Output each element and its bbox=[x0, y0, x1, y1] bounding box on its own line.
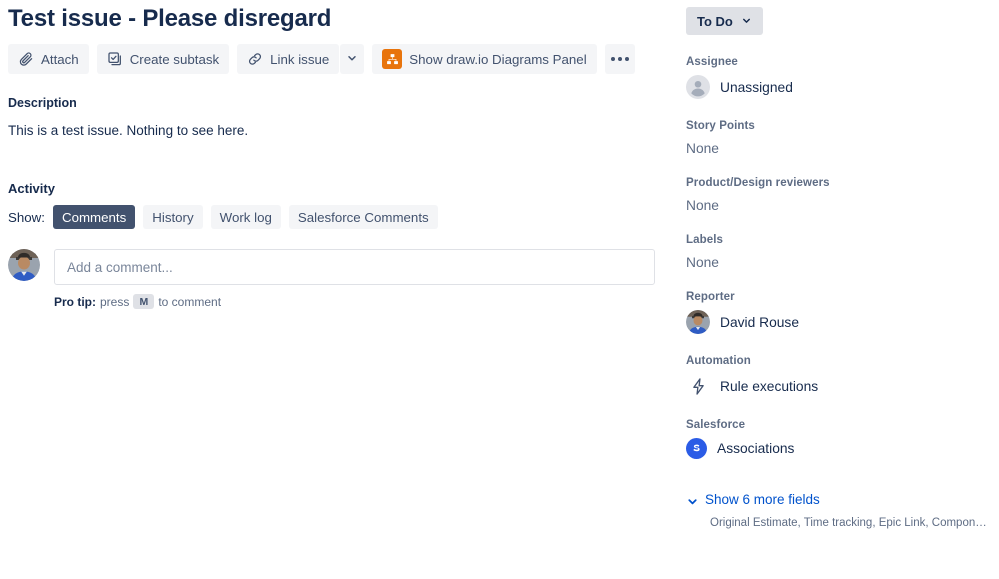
avatar bbox=[686, 310, 710, 334]
link-issue-dropdown-toggle[interactable] bbox=[340, 44, 364, 74]
activity-filter-bar: Show: Comments History Work log Salesfor… bbox=[8, 205, 662, 229]
attach-button[interactable]: Attach bbox=[8, 44, 89, 74]
issue-main-column: Test issue - Please disregard Attach bbox=[0, 0, 670, 309]
chevron-down-icon bbox=[741, 14, 752, 29]
paperclip-icon bbox=[18, 51, 34, 67]
field-label: Assignee bbox=[686, 56, 999, 68]
person-placeholder-icon bbox=[686, 75, 710, 99]
activity-heading: Activity bbox=[8, 181, 662, 196]
ellipsis-icon bbox=[611, 57, 615, 61]
field-label: Story Points bbox=[686, 120, 999, 132]
more-actions-button[interactable] bbox=[605, 44, 635, 74]
field-value-text: Unassigned bbox=[720, 80, 793, 95]
field-value-text[interactable]: None bbox=[686, 255, 999, 270]
issue-details-sidebar: To Do Assignee Unassigned bbox=[686, 0, 999, 529]
attach-label: Attach bbox=[41, 52, 79, 67]
subtask-checkbox-icon bbox=[107, 51, 123, 67]
field-value-text: David Rouse bbox=[720, 315, 799, 330]
field-product-design-reviewers: Product/Design reviewers None bbox=[686, 177, 999, 213]
field-assignee: Assignee Unassigned bbox=[686, 56, 999, 99]
field-value-text: Rule executions bbox=[720, 379, 818, 394]
add-comment-row bbox=[8, 249, 662, 285]
ellipsis-icon bbox=[625, 57, 629, 61]
link-issue-split-button: Link issue bbox=[237, 44, 364, 74]
field-label: Labels bbox=[686, 234, 999, 246]
field-story-points: Story Points None bbox=[686, 120, 999, 156]
show-more-fields-toggle[interactable]: Show 6 more fields bbox=[686, 492, 999, 513]
field-label: Product/Design reviewers bbox=[686, 177, 999, 189]
show-more-fields-label: Show 6 more fields bbox=[705, 492, 820, 507]
issue-view: Test issue - Please disregard Attach bbox=[0, 0, 999, 579]
show-more-fields-summary: Original Estimate, Time tracking, Epic L… bbox=[710, 517, 999, 529]
avatar[interactable] bbox=[8, 249, 40, 281]
field-value-text[interactable]: None bbox=[686, 198, 999, 213]
activity-filter-history[interactable]: History bbox=[143, 205, 202, 229]
status-dropdown-button[interactable]: To Do bbox=[686, 7, 763, 35]
activity-filter-salesforce-comments[interactable]: Salesforce Comments bbox=[289, 205, 438, 229]
field-reporter: Reporter bbox=[686, 291, 999, 334]
link-issue-label: Link issue bbox=[270, 52, 329, 67]
field-label: Salesforce bbox=[686, 419, 999, 431]
issue-action-toolbar: Attach Create subtask bbox=[8, 44, 662, 74]
show-drawio-panel-button[interactable]: Show draw.io Diagrams Panel bbox=[372, 44, 596, 74]
field-value[interactable]: Associations bbox=[686, 438, 999, 459]
field-label: Automation bbox=[686, 355, 999, 367]
show-drawio-panel-label: Show draw.io Diagrams Panel bbox=[409, 52, 586, 67]
pro-tip-press: press bbox=[100, 295, 129, 309]
pro-tip-hint: Pro tip: press M to comment bbox=[54, 294, 662, 309]
field-value-text: Associations bbox=[717, 441, 794, 456]
activity-show-label: Show: bbox=[8, 210, 45, 225]
create-subtask-button[interactable]: Create subtask bbox=[97, 44, 229, 74]
description-heading: Description bbox=[8, 96, 662, 110]
lightning-bolt-icon bbox=[686, 374, 710, 398]
field-value[interactable]: Unassigned bbox=[686, 75, 999, 99]
field-label: Reporter bbox=[686, 291, 999, 303]
description-body[interactable]: This is a test issue. Nothing to see her… bbox=[8, 121, 662, 141]
field-value-text[interactable]: None bbox=[686, 141, 999, 156]
create-subtask-label: Create subtask bbox=[130, 52, 219, 67]
link-chain-icon bbox=[247, 51, 263, 67]
pro-tip-prefix: Pro tip: bbox=[54, 295, 96, 309]
ellipsis-icon bbox=[618, 57, 622, 61]
pro-tip-suffix: to comment bbox=[158, 295, 221, 309]
field-automation: Automation Rule executions bbox=[686, 355, 999, 398]
field-value[interactable]: David Rouse bbox=[686, 310, 999, 334]
drawio-diagram-icon bbox=[382, 49, 402, 69]
activity-filter-work-log[interactable]: Work log bbox=[211, 205, 281, 229]
activity-filter-comments[interactable]: Comments bbox=[53, 205, 135, 229]
salesforce-cloud-icon bbox=[686, 438, 707, 459]
status-badge: To Do bbox=[697, 14, 733, 29]
chevron-down-icon bbox=[686, 495, 699, 513]
field-value[interactable]: Rule executions bbox=[686, 374, 999, 398]
pro-tip-key: M bbox=[133, 294, 154, 309]
chevron-down-icon bbox=[346, 52, 358, 67]
add-comment-input[interactable] bbox=[54, 249, 655, 285]
field-salesforce: Salesforce Associations bbox=[686, 419, 999, 459]
page-title: Test issue - Please disregard bbox=[8, 4, 662, 34]
link-issue-button[interactable]: Link issue bbox=[237, 44, 339, 74]
field-labels: Labels None bbox=[686, 234, 999, 270]
